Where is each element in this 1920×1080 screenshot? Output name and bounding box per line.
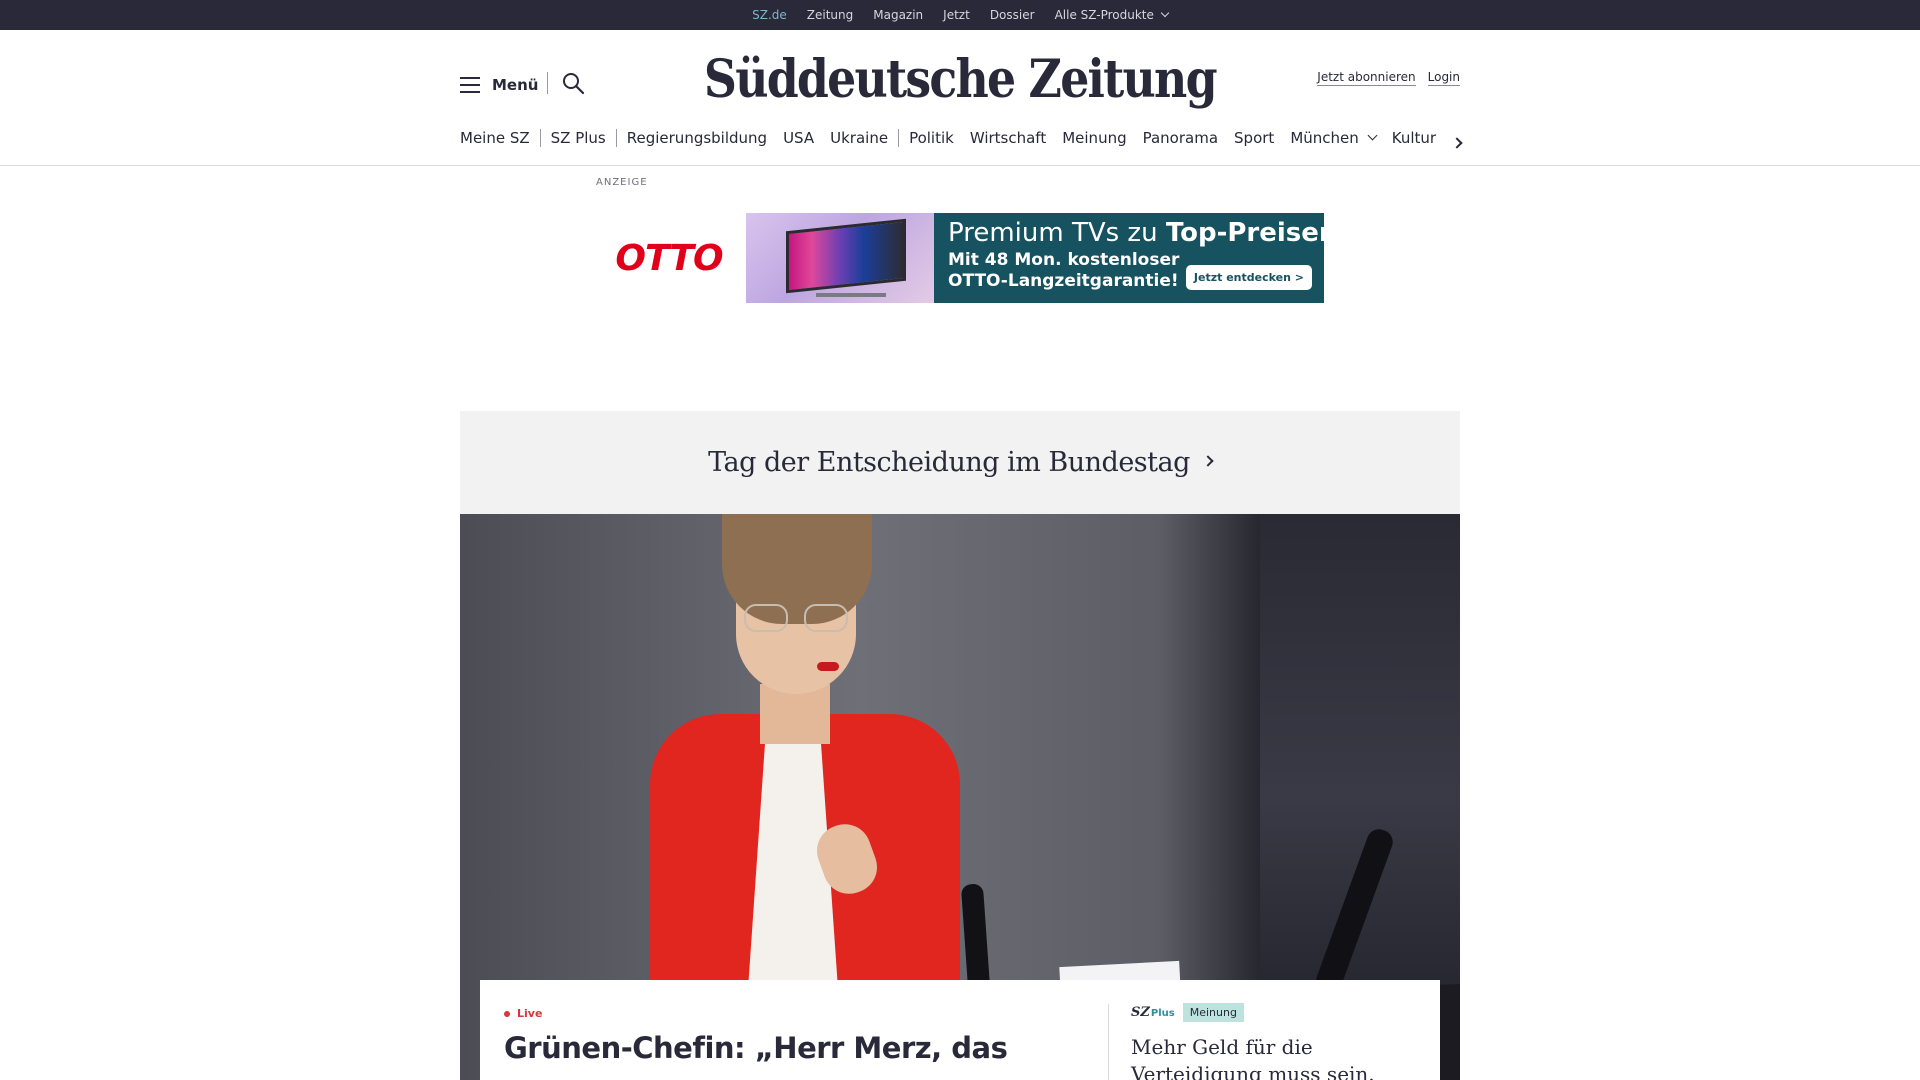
side-article-title[interactable]: Mehr Geld für die Verteidigung muss sein…: [1131, 1034, 1421, 1080]
nav-item-usa[interactable]: USA: [783, 129, 814, 147]
ad-cta-button[interactable]: Jetzt entdecken >: [1185, 265, 1312, 290]
login-link[interactable]: Login: [1427, 70, 1460, 86]
main-nav: Meine SZ SZ Plus Regierungsbildung USA U…: [460, 126, 1460, 150]
otto-logo-text: OTTO: [615, 237, 723, 279]
nav-divider: [898, 129, 900, 147]
topbar-link-zeitung[interactable]: Zeitung: [807, 8, 853, 22]
lead-article-headline[interactable]: Grünen-Chefin: „Herr Merz, das: [504, 1030, 1064, 1066]
chevron-down-icon: [1160, 8, 1170, 18]
side-article[interactable]: SZPlus Meinung Mehr Geld für die Verteid…: [1131, 1003, 1421, 1080]
chevron-right-icon: [1451, 137, 1463, 149]
category-tag: Meinung: [1182, 1003, 1244, 1022]
nav-item-sport[interactable]: Sport: [1234, 129, 1274, 147]
ad-headline-part1: Premium TVs zu: [948, 218, 1166, 248]
topic-banner[interactable]: Tag der Entscheidung im Bundestag: [460, 411, 1460, 514]
otto-logo: OTTO: [592, 213, 746, 303]
sz-plus-brand: SZ: [1131, 1005, 1150, 1020]
nav-item-regierungsbildung[interactable]: Regierungsbildung: [627, 129, 767, 147]
nav-item-panorama[interactable]: Panorama: [1143, 129, 1218, 147]
topbar-link-dossier[interactable]: Dossier: [990, 8, 1035, 22]
live-dot-icon: [504, 1010, 510, 1017]
ad-subline: Mit 48 Mon. kostenloser OTTO-Langzeitgar…: [948, 250, 1180, 291]
topbar-link-szde[interactable]: SZ.de: [752, 8, 787, 34]
sz-plus-logo: SZPlus: [1131, 1005, 1175, 1020]
nav-scroll-right-button[interactable]: [1450, 133, 1470, 153]
nav-item-wirtschaft[interactable]: Wirtschaft: [970, 129, 1046, 147]
topbar-link-jetzt[interactable]: Jetzt: [943, 8, 970, 22]
top-bar-links: SZ.de Zeitung Magazin Jetzt Dossier Alle…: [0, 0, 1920, 34]
nav-item-ukraine[interactable]: Ukraine: [830, 129, 888, 147]
ad-headline: Premium TVs zu Top-Preisen.: [948, 218, 1347, 248]
topbar-link-alle-produkte[interactable]: Alle SZ-Produkte: [1054, 8, 1170, 22]
nav-item-kultur[interactable]: Kultur: [1392, 129, 1436, 147]
nav-item-meine-sz[interactable]: Meine SZ: [460, 129, 530, 147]
nav-item-muenchen-label: München: [1290, 129, 1359, 147]
nav-item-muenchen[interactable]: München: [1290, 129, 1378, 147]
topbar-link-alle-produkte-label: Alle SZ-Produkte: [1054, 8, 1154, 22]
header-actions: Jetzt abonnieren Login: [1317, 70, 1460, 86]
topbar-link-magazin[interactable]: Magazin: [873, 8, 923, 22]
ad-text-panel: Premium TVs zu Top-Preisen. Mit 48 Mon. …: [934, 213, 1347, 303]
ad-banner[interactable]: OTTO Premium TVs zu Top-Preisen. Mit 48 …: [592, 213, 1347, 303]
site-logo[interactable]: Süddeutsche Zeitung: [0, 44, 1920, 117]
nav-divider: [539, 129, 541, 147]
nav-item-meinung[interactable]: Meinung: [1062, 129, 1126, 147]
sz-plus-suffix: Plus: [1150, 1008, 1175, 1019]
top-bar: SZ.de Zeitung Magazin Jetzt Dossier Alle…: [0, 0, 1920, 34]
lead-article-card[interactable]: Live Grünen-Chefin: „Herr Merz, das SZPl…: [480, 980, 1440, 1080]
nav-item-politik[interactable]: Politik: [909, 129, 954, 147]
nav-divider: [615, 129, 617, 147]
live-badge: Live: [504, 1007, 542, 1020]
site-logo-text: Süddeutsche Zeitung: [704, 49, 1218, 110]
ad-label: ANZEIGE: [596, 177, 648, 188]
nav-item-sz-plus[interactable]: SZ Plus: [551, 129, 606, 147]
card-divider: [1108, 1004, 1109, 1080]
subscribe-link[interactable]: Jetzt abonnieren: [1317, 70, 1416, 86]
ad-headline-part2: Top-Preisen.: [1165, 218, 1348, 248]
chevron-right-icon: [1202, 454, 1214, 467]
site-header: Menü Süddeutsche Zeitung Jetzt abonniere…: [0, 30, 1920, 166]
topic-title: Tag der Entscheidung im Bundestag: [708, 447, 1190, 478]
chevron-down-icon: [1367, 130, 1378, 140]
side-article-meta: SZPlus Meinung: [1131, 1003, 1421, 1022]
ad-tv-image: [746, 213, 934, 303]
live-label: Live: [517, 1007, 543, 1020]
